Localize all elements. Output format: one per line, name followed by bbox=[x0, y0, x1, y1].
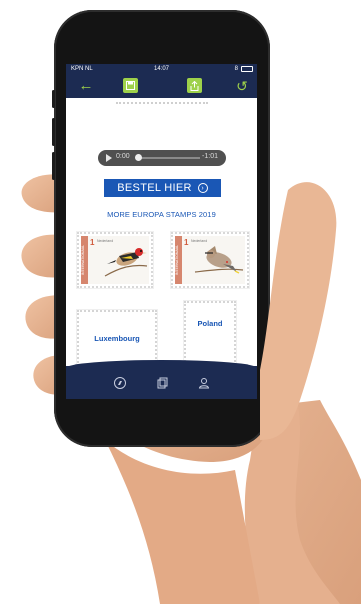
top-nav-bar: ← ↺ bbox=[66, 74, 257, 98]
stamp-side-label: INTERNATIONAAL bbox=[81, 236, 88, 284]
stamp-edge-top bbox=[116, 98, 208, 104]
battery-icon bbox=[241, 66, 253, 72]
order-button-label: BESTEL HIER bbox=[117, 182, 192, 194]
stamp-value: 1 bbox=[184, 238, 189, 247]
goldfinch-bird-icon bbox=[104, 248, 148, 277]
compass-icon[interactable] bbox=[114, 377, 126, 389]
clock: 14:07 bbox=[154, 66, 170, 72]
status-bar: KPN NL 14:07 8 bbox=[66, 64, 257, 74]
order-button[interactable]: BESTEL HIER › bbox=[104, 179, 221, 197]
scene: KPN NL 14:07 8 ← ↺ 0:00 -1:01 BESTEL HIE… bbox=[0, 0, 361, 604]
audio-player[interactable]: 0:00 -1:01 bbox=[98, 150, 226, 166]
audio-scrubber[interactable] bbox=[135, 154, 142, 161]
play-icon[interactable] bbox=[106, 154, 112, 162]
person-glyph bbox=[198, 378, 210, 389]
volume-up-button bbox=[52, 118, 55, 146]
stamp-waxwing[interactable]: INTERNATIONAAL 1 Nederland bbox=[171, 232, 249, 288]
section-title: MORE EUROPA STAMPS 2019 bbox=[107, 210, 216, 219]
profile-icon[interactable] bbox=[198, 377, 210, 389]
audio-current-time: 0:00 bbox=[116, 153, 130, 160]
compass-needle bbox=[118, 381, 122, 385]
share-icon[interactable] bbox=[187, 78, 202, 93]
main-content: 0:00 -1:01 BESTEL HIER › MORE EUROPA STA… bbox=[66, 98, 257, 399]
stamp-goldfinch[interactable]: INTERNATIONAAL 1 Nederland bbox=[77, 232, 153, 288]
thumb-illustration bbox=[260, 182, 337, 440]
audio-remaining-time: -1:01 bbox=[202, 153, 218, 160]
back-arrow-icon[interactable]: ← bbox=[78, 78, 94, 94]
stamp-value: 1 bbox=[90, 238, 95, 247]
stamp-collection-icon[interactable] bbox=[156, 377, 168, 389]
mute-switch bbox=[52, 90, 55, 108]
audio-progress-track[interactable] bbox=[136, 157, 200, 159]
phone-screen: KPN NL 14:07 8 ← ↺ 0:00 -1:01 BESTEL HIE… bbox=[66, 64, 257, 399]
stamp-side-label: INTERNATIONAAL bbox=[175, 236, 182, 284]
share-glyph bbox=[190, 80, 199, 91]
waxwing-bird-icon bbox=[194, 246, 244, 274]
save-icon[interactable] bbox=[123, 78, 138, 93]
floppy-glyph bbox=[126, 81, 135, 90]
bottom-tab-bar bbox=[66, 360, 257, 399]
country-label: Luxembourg bbox=[94, 333, 140, 343]
undo-icon[interactable]: ↺ bbox=[234, 78, 250, 94]
carrier-label: KPN NL bbox=[71, 66, 93, 72]
country-label: Poland bbox=[197, 319, 223, 328]
volume-down-button bbox=[52, 152, 55, 180]
chevron-right-icon: › bbox=[197, 183, 208, 193]
stack-glyph bbox=[157, 377, 168, 389]
country-stamp-luxembourg[interactable]: Luxembourg bbox=[77, 310, 157, 366]
battery-percent: 8 bbox=[234, 66, 238, 72]
